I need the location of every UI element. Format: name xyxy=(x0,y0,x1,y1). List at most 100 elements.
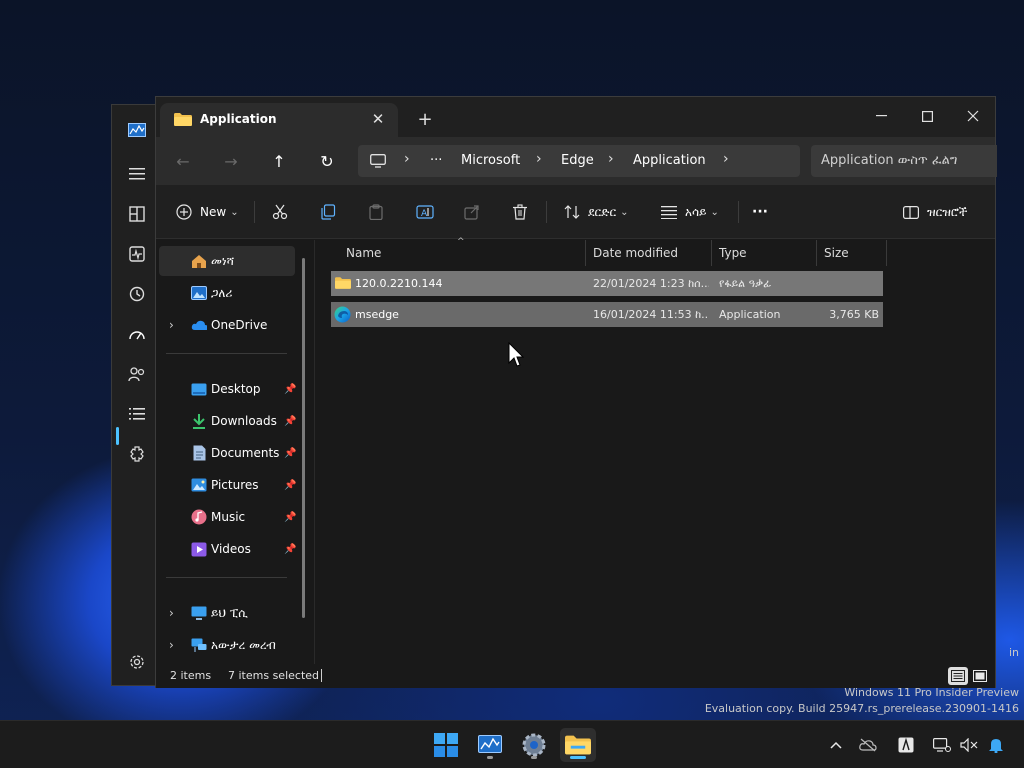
network-icon[interactable] xyxy=(931,735,953,755)
navigation-pane[interactable]: መነሻ ጋለሪ › OneDrive Desktop 📌 Downloads 📌… xyxy=(156,240,314,664)
folder-icon xyxy=(565,735,591,755)
column-header-type[interactable]: Type xyxy=(712,240,817,266)
copy-button[interactable] xyxy=(320,199,336,225)
navigation-scrollbar[interactable] xyxy=(302,258,305,618)
breadcrumb-application[interactable]: Application xyxy=(633,153,706,168)
file-explorer-window[interactable]: Application ✕ + ← → ↑ ↻ › ··· Microsoft … xyxy=(155,96,997,688)
show-hidden-icons-chevron-icon[interactable] xyxy=(825,735,847,755)
sidebar-item-this-pc[interactable]: › ይህ ፒሲ xyxy=(159,598,295,628)
sidebar-item-network[interactable]: › አውታረ መረብ xyxy=(159,630,295,660)
sidebar-item-label: አውታረ መረብ xyxy=(211,637,276,652)
pin-icon[interactable]: 📌 xyxy=(284,416,296,427)
forward-button[interactable]: → xyxy=(218,149,244,173)
sidebar-item-desktop[interactable]: Desktop 📌 xyxy=(159,374,296,404)
startup-apps-icon[interactable] xyxy=(126,323,148,345)
breadcrumb-separator[interactable]: › xyxy=(723,151,729,167)
expand-chevron-icon[interactable]: › xyxy=(169,606,174,620)
network-icon xyxy=(191,637,207,653)
more-options-button[interactable]: ··· xyxy=(752,199,768,225)
sidebar-item-pictures[interactable]: Pictures 📌 xyxy=(159,470,296,500)
separator xyxy=(254,201,255,223)
background-window-text: in xyxy=(1008,646,1019,659)
paste-button[interactable] xyxy=(368,199,384,225)
sidebar-item-music[interactable]: Music 📌 xyxy=(159,502,296,532)
taskbar-file-explorer[interactable] xyxy=(560,728,596,762)
share-button[interactable] xyxy=(464,199,480,225)
pin-icon[interactable]: 📌 xyxy=(284,384,296,395)
taskbar-settings[interactable] xyxy=(516,728,552,762)
column-header-date-modified[interactable]: Date modified xyxy=(586,240,712,266)
sidebar-item-videos[interactable]: Videos 📌 xyxy=(159,534,296,564)
settings-gear-icon[interactable] xyxy=(126,651,148,673)
sidebar-item-label: Music xyxy=(211,510,246,524)
breadcrumb-separator[interactable]: › xyxy=(608,151,614,167)
minimize-icon xyxy=(875,115,887,117)
folder-icon xyxy=(174,113,192,126)
start-button[interactable] xyxy=(428,728,464,762)
column-header-name[interactable]: Name xyxy=(339,240,586,266)
services-icon[interactable] xyxy=(126,443,148,465)
app-history-icon[interactable] xyxy=(126,283,148,305)
keyboard-input-icon[interactable] xyxy=(895,735,917,755)
pin-icon[interactable]: 📌 xyxy=(284,480,296,491)
rename-button[interactable]: A xyxy=(416,199,434,225)
pin-icon[interactable]: 📌 xyxy=(284,544,296,555)
minimize-button[interactable] xyxy=(858,101,904,131)
search-input[interactable]: Application ውስጥ ፈልግ xyxy=(811,145,997,177)
breadcrumb-separator[interactable]: › xyxy=(536,151,542,167)
task-manager-icon xyxy=(478,735,502,753)
sidebar-item-downloads[interactable]: Downloads 📌 xyxy=(159,406,296,436)
taskbar-task-manager[interactable] xyxy=(472,728,508,762)
table-row[interactable]: msedge 16/01/2024 11:53 ከ... Application… xyxy=(331,302,883,327)
users-icon[interactable] xyxy=(126,363,148,385)
breadcrumb-edge[interactable]: Edge xyxy=(561,153,594,168)
processes-icon[interactable] xyxy=(126,203,148,225)
title-bar[interactable]: Application ✕ + xyxy=(156,97,995,137)
settings-gear-icon xyxy=(522,733,546,757)
file-list[interactable]: ^ Name Date modified Type Size 120.0.221… xyxy=(315,237,995,664)
details-list-icon[interactable] xyxy=(126,403,148,425)
close-window-button[interactable] xyxy=(950,101,996,131)
details-label: ዝርዝሮች xyxy=(927,204,968,219)
onedrive-offline-icon[interactable] xyxy=(857,735,879,755)
pin-icon[interactable]: 📌 xyxy=(284,512,296,523)
taskbar xyxy=(0,720,1024,768)
maximize-icon xyxy=(921,110,933,122)
sort-button[interactable]: ደርድር ⌄ xyxy=(564,199,629,225)
details-pane-button[interactable]: ዝርዝሮች xyxy=(903,199,967,225)
expand-chevron-icon[interactable]: › xyxy=(169,638,174,652)
table-row[interactable]: 120.0.2210.144 22/01/2024 1:23 ከሰ... የፋይ… xyxy=(331,271,883,296)
tab-application[interactable]: Application ✕ xyxy=(160,103,398,137)
windows-logo-icon xyxy=(434,733,458,757)
volume-muted-icon[interactable] xyxy=(958,735,980,755)
performance-icon[interactable] xyxy=(126,243,148,265)
new-tab-button[interactable]: + xyxy=(414,109,436,131)
tab-close-button[interactable]: ✕ xyxy=(368,109,388,129)
view-label: አሳይ xyxy=(685,204,707,219)
breadcrumb-overflow[interactable]: ··· xyxy=(430,153,442,168)
tiles-view-button[interactable] xyxy=(970,667,990,685)
trash-icon xyxy=(513,204,527,220)
refresh-button[interactable]: ↻ xyxy=(314,149,340,173)
notification-bell-icon[interactable] xyxy=(985,735,1007,755)
sidebar-item-documents[interactable]: Documents 📌 xyxy=(159,438,296,468)
details-view-button[interactable] xyxy=(948,667,968,685)
new-label: New xyxy=(200,205,227,219)
maximize-button[interactable] xyxy=(904,101,950,131)
cut-button[interactable] xyxy=(272,199,288,225)
back-button[interactable]: ← xyxy=(170,149,196,173)
expand-chevron-icon[interactable]: › xyxy=(169,318,174,332)
pin-icon[interactable]: 📌 xyxy=(284,448,296,459)
breadcrumb-microsoft[interactable]: Microsoft xyxy=(461,153,520,168)
hamburger-menu-icon[interactable] xyxy=(126,163,148,185)
view-button[interactable]: አሳይ ⌄ xyxy=(661,199,719,225)
sidebar-item-gallery[interactable]: ጋለሪ xyxy=(159,278,295,308)
up-button[interactable]: ↑ xyxy=(266,149,292,173)
column-header-size[interactable]: Size xyxy=(817,240,887,266)
new-button[interactable]: New ⌄ xyxy=(176,199,239,225)
sidebar-item-onedrive[interactable]: › OneDrive xyxy=(159,310,295,340)
details-pane-icon xyxy=(903,205,919,219)
address-bar[interactable]: › ··· Microsoft › Edge › Application › xyxy=(358,145,800,177)
delete-button[interactable] xyxy=(512,199,528,225)
sidebar-item-home[interactable]: መነሻ xyxy=(159,246,295,276)
